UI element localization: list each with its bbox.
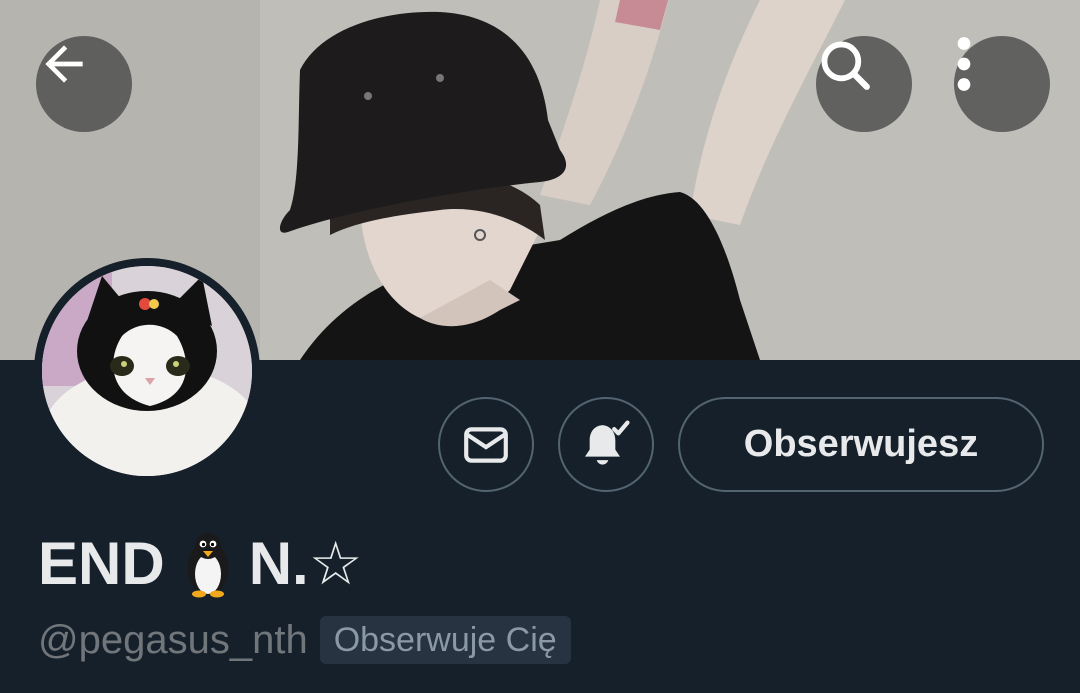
profile-page: Obserwujesz END N.☆ @pegasus_nth Obserwu…	[0, 0, 1080, 693]
follows-you-badge: Obserwuje Cię	[319, 616, 571, 664]
display-name-suffix: N.☆	[248, 530, 363, 597]
arrow-left-icon	[45, 45, 83, 83]
penguin-emoji-icon	[177, 530, 239, 598]
display-name-prefix: END	[38, 530, 165, 597]
more-vertical-icon	[957, 37, 971, 91]
bell-check-icon	[585, 420, 630, 465]
search-icon	[821, 41, 870, 90]
avatar[interactable]	[42, 266, 252, 476]
envelope-icon	[464, 426, 508, 463]
avatar-cat-photo	[42, 266, 252, 476]
avatar-ring[interactable]	[34, 258, 260, 484]
handle-row: @pegasus_nth Obserwuje Cię	[38, 614, 571, 666]
following-button[interactable]: Obserwujesz	[678, 397, 1044, 492]
more-options-button[interactable]	[954, 36, 1050, 132]
back-button[interactable]	[36, 36, 132, 132]
profile-display-name: END N.☆	[38, 528, 362, 600]
profile-handle: @pegasus_nth	[38, 618, 308, 662]
search-button[interactable]	[816, 36, 912, 132]
message-button[interactable]	[438, 397, 534, 492]
notifications-button[interactable]	[558, 397, 654, 492]
